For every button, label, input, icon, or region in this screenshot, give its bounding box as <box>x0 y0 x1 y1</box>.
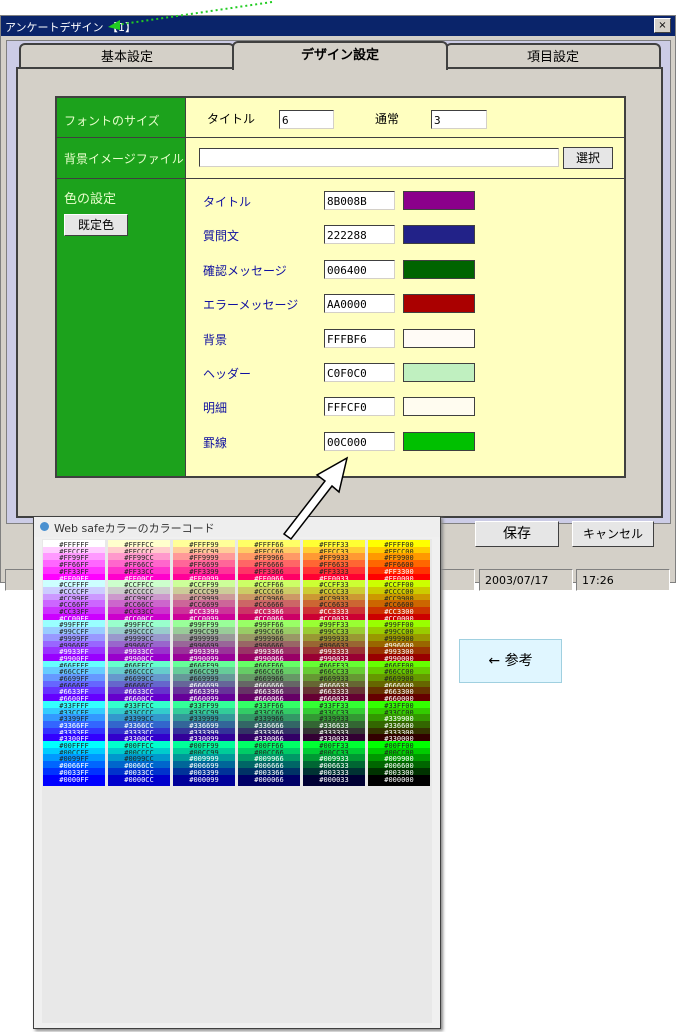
tab-item-settings[interactable]: 項目設定 <box>445 43 661 70</box>
color-item-label: タイトル <box>203 195 252 209</box>
color-swatch[interactable] <box>403 363 475 382</box>
color-item-label: 質問文 <box>203 229 240 244</box>
color-chip: #000099 <box>173 774 235 786</box>
color-code-input[interactable]: 222288 <box>324 225 395 245</box>
color-chip: #000033 <box>303 774 365 786</box>
color-code-input[interactable]: 8B008B <box>324 191 395 210</box>
color-code-input[interactable]: 006400 <box>324 259 395 279</box>
color-swatch[interactable] <box>403 328 475 348</box>
bullet-icon <box>40 522 49 531</box>
chart-title: Web safeカラーのカラーコード <box>54 522 215 535</box>
color-swatch[interactable] <box>403 397 475 417</box>
color-code-input[interactable]: FFFCF0 <box>324 397 395 417</box>
color-swatch[interactable] <box>403 191 475 210</box>
color-item-label: 罫線 <box>203 435 228 450</box>
color-item-label: 確認メッセージ <box>203 263 287 278</box>
color-swatch[interactable] <box>403 259 475 279</box>
reference-note: ← 参考 <box>459 639 562 683</box>
color-item-label: ヘッダー <box>203 367 252 381</box>
color-swatch[interactable] <box>403 294 475 314</box>
save-button[interactable]: 保存 <box>475 521 559 547</box>
design-settings-panel: フォントのサイズ タイトル 6 通常 3 背景イメージファイル 選択 色の設定 … <box>55 96 626 478</box>
cancel-button[interactable]: キャンセル <box>572 521 654 547</box>
tab-basic-settings[interactable]: 基本設定 <box>19 43 235 70</box>
color-item-label: 明細 <box>203 401 228 416</box>
color-chip: #000066 <box>238 774 300 786</box>
color-chip: #0000CC <box>108 774 170 786</box>
color-swatch[interactable] <box>403 225 475 245</box>
status-date: 2003/07/17 <box>479 569 573 591</box>
color-chip: #000000 <box>368 774 430 786</box>
dotted-pointer-icon <box>108 1 273 30</box>
color-code-input[interactable]: C0F0C0 <box>324 363 395 382</box>
color-swatch[interactable] <box>403 431 475 451</box>
color-rows: タイトル 8B008B 質問文 222288 確認メッセージ 006400 エラーメッセージ… <box>57 98 624 476</box>
web-safe-color-chart: Web safeカラーのカラーコード #FFFFFF #FFFFCC #FFFF99… <box>33 516 441 1029</box>
color-grid: #FFFFFF #FFFFCC #FFFF99 #FFFF66 #FFFF33 #FFFF… <box>42 539 432 1023</box>
color-item-label: 背景 <box>203 332 228 347</box>
color-item-label: エラーメッセージ <box>203 298 299 313</box>
close-button[interactable]: × <box>654 18 671 33</box>
tab-design-settings[interactable]: デザイン設定 <box>232 41 448 70</box>
color-code-input[interactable]: AA0000 <box>324 294 395 314</box>
status-time: 17:26 <box>576 569 670 591</box>
pointer-arrow-icon <box>282 456 349 541</box>
chart-header: Web safeカラーのカラーコード <box>34 517 440 537</box>
color-code-input[interactable]: FFFBF6 <box>324 328 395 348</box>
color-chip: #0000FF <box>43 774 105 786</box>
